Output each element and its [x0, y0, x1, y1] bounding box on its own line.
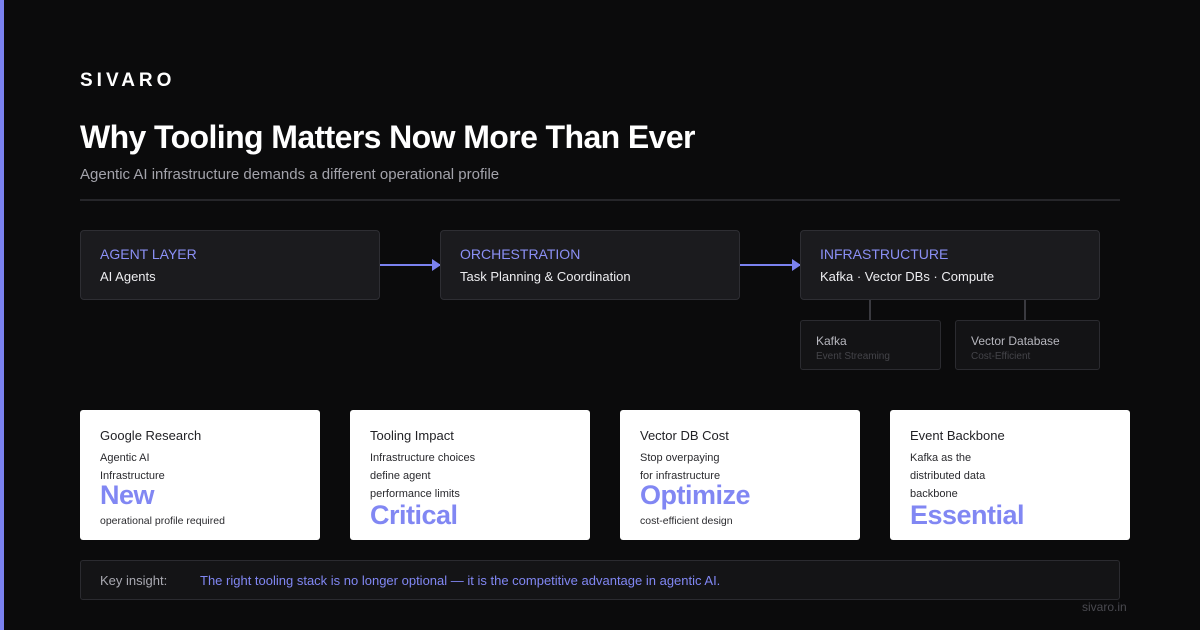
- card-line: Stop overpaying: [640, 452, 720, 464]
- card-line: backbone: [910, 488, 958, 500]
- card-title: Vector DB Cost: [640, 428, 729, 443]
- key-insight-bar: Key insight: The right tooling stack is …: [80, 560, 1120, 600]
- footer-url[interactable]: sivaro.in: [1082, 600, 1127, 614]
- card-line: distributed data: [910, 470, 986, 482]
- card-line: performance limits: [370, 488, 460, 500]
- card-google-research: Google Research Agentic AI Infrastructur…: [80, 410, 320, 540]
- card-highlight: New: [100, 480, 155, 510]
- page-subtitle: Agentic AI infrastructure demands a diff…: [80, 166, 500, 183]
- card-line: define agent: [370, 470, 431, 482]
- card-vector-db-cost: Vector DB Cost Stop overpaying for infra…: [620, 410, 860, 540]
- card-highlight: Critical: [370, 500, 458, 530]
- card-line: Agentic AI: [100, 452, 150, 464]
- sub-box-name: Kafka: [816, 334, 847, 348]
- card-highlight: Optimize: [640, 480, 751, 510]
- flow-box-agent-layer: AGENT LAYER AI Agents: [80, 230, 380, 300]
- connector-line: [1024, 300, 1026, 320]
- flow-box-orchestration: ORCHESTRATION Task Planning & Coordinati…: [440, 230, 740, 300]
- brand-logo: SIVARO: [80, 70, 176, 91]
- flow-box-desc: Kafka · Vector DBs · Compute: [820, 269, 995, 284]
- card-footer: cost-efficient design: [640, 515, 733, 527]
- card-line: Kafka as the: [910, 452, 972, 464]
- sub-box-vector-database: Vector Database Cost-Efficient: [955, 320, 1100, 370]
- divider: [80, 199, 1120, 201]
- key-insight-label: Key insight:: [100, 573, 168, 588]
- card-line: Infrastructure choices: [370, 452, 476, 464]
- flow-box-label: AGENT LAYER: [100, 246, 197, 262]
- card-title: Event Backbone: [910, 428, 1005, 443]
- connector-line: [869, 300, 871, 320]
- sub-box-name: Vector Database: [971, 334, 1060, 348]
- card-title: Google Research: [100, 428, 202, 443]
- card-tooling-impact: Tooling Impact Infrastructure choices de…: [350, 410, 590, 540]
- card-event-backbone: Event Backbone Kafka as the distributed …: [890, 410, 1130, 540]
- key-insight-text: The right tooling stack is no longer opt…: [200, 573, 721, 588]
- sub-box-note: Cost-Efficient: [971, 351, 1031, 362]
- page-title: Why Tooling Matters Now More Than Ever: [80, 119, 695, 155]
- flow-box-desc: AI Agents: [100, 269, 156, 284]
- arrow-right-icon: [740, 259, 801, 271]
- arrow-right-icon: [380, 259, 441, 271]
- card-title: Tooling Impact: [370, 428, 454, 443]
- sub-box-kafka: Kafka Event Streaming: [800, 320, 941, 370]
- accent-bar: [0, 0, 4, 630]
- sub-box-note: Event Streaming: [816, 351, 890, 362]
- flow-box-desc: Task Planning & Coordination: [460, 269, 631, 284]
- flow-box-infrastructure: INFRASTRUCTURE Kafka · Vector DBs · Comp…: [800, 230, 1100, 300]
- flow-box-label: ORCHESTRATION: [460, 246, 581, 262]
- card-highlight: Essential: [910, 500, 1025, 530]
- flow-box-label: INFRASTRUCTURE: [820, 246, 949, 262]
- card-footer: operational profile required: [100, 515, 225, 527]
